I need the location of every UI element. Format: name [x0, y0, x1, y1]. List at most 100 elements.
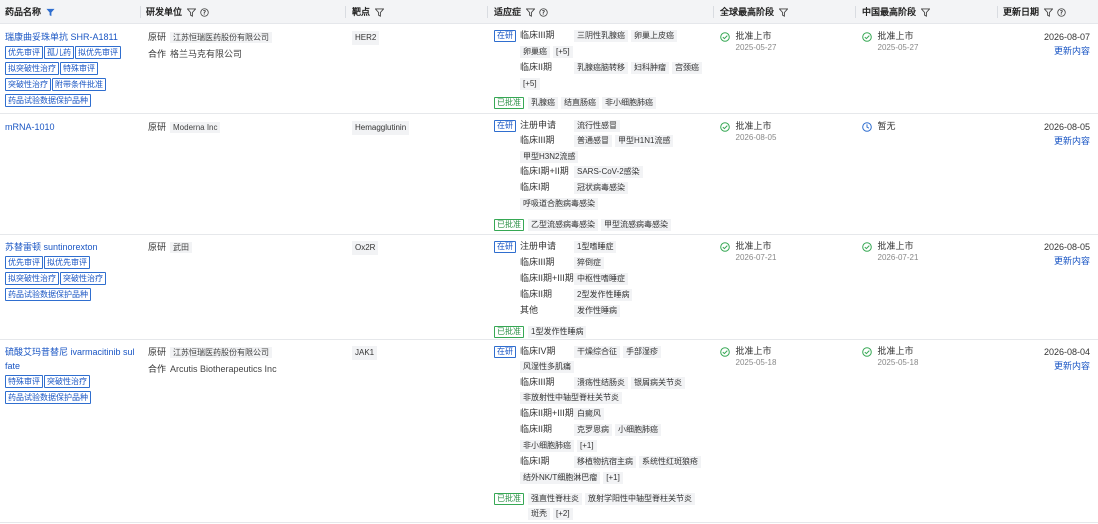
- col-target[interactable]: 靶点: [352, 0, 384, 24]
- col-org-label: 研发单位: [146, 7, 183, 17]
- indication-chip[interactable]: 干燥综合征: [574, 346, 620, 358]
- org-name[interactable]: Arcutis Biotherapeutics Inc: [170, 364, 277, 374]
- indication-chip[interactable]: 冠状病毒感染: [574, 182, 628, 194]
- help-icon[interactable]: ?: [200, 8, 209, 17]
- drug-name-link[interactable]: 苏替雷顿 suntinorexton: [5, 240, 141, 254]
- indication-chip[interactable]: 结外NK/T细胞淋巴瘤: [520, 472, 601, 484]
- col-drug-name[interactable]: 药品名称: [5, 0, 55, 24]
- drug-name-link[interactable]: 硫酸艾玛昔替尼 ivarmacitinib sulfate: [5, 345, 137, 373]
- drug-name-link[interactable]: 瑞康曲妥珠单抗 SHR-A1811: [5, 30, 141, 44]
- target-chip[interactable]: HER2: [352, 31, 380, 45]
- indication-chip[interactable]: 移植物抗宿主病: [574, 456, 636, 468]
- drug-name-link[interactable]: mRNA-1010: [5, 120, 141, 134]
- indication-chip[interactable]: 流行性感冒: [574, 120, 620, 132]
- col-global-label: 全球最高阶段: [720, 7, 775, 17]
- update-content-link[interactable]: 更新内容: [1020, 134, 1090, 148]
- column-divider[interactable]: [713, 6, 714, 18]
- indication-chip[interactable]: 乳腺癌脑转移: [574, 62, 628, 74]
- indication-chip[interactable]: 系统性红斑狼疮: [639, 456, 701, 468]
- org-name[interactable]: 格兰马克有限公司: [170, 49, 242, 59]
- update-content-link[interactable]: 更新内容: [1020, 359, 1090, 373]
- filter-icon[interactable]: [778, 8, 788, 17]
- more-indications[interactable]: [+2]: [553, 508, 573, 520]
- help-icon[interactable]: ?: [539, 8, 548, 17]
- indication-chip[interactable]: 1型发作性睡病: [528, 326, 587, 338]
- indication-chip[interactable]: SARS-CoV-2感染: [574, 166, 643, 178]
- phase-label: 临床III期: [520, 135, 555, 145]
- indication-chip[interactable]: 小细胞肺癌: [615, 424, 661, 436]
- global-stage: 批准上市 2025-05-27: [720, 30, 776, 54]
- filter-icon[interactable]: [374, 8, 384, 17]
- col-global-stage[interactable]: 全球最高阶段: [720, 0, 788, 24]
- column-divider[interactable]: [140, 6, 141, 18]
- update-date: 2026-08-07: [1043, 32, 1090, 42]
- indication-cell: 在研 注册申请 流行性感冒 临床III期 普通感冒 甲型H1N1流感 甲型H3N2…: [494, 119, 714, 233]
- column-divider[interactable]: [487, 6, 488, 18]
- indication-chip[interactable]: 斑秃: [528, 508, 550, 520]
- indication-chip[interactable]: 手部湿疹: [623, 346, 661, 358]
- indication-chip[interactable]: 普通感冒: [574, 135, 612, 147]
- indication-chip[interactable]: 非放射性中轴型脊柱关节炎: [520, 392, 622, 404]
- indication-chip[interactable]: 三阴性乳腺癌: [574, 30, 628, 42]
- target-chip[interactable]: JAK1: [352, 346, 378, 360]
- column-divider[interactable]: [345, 6, 346, 18]
- indication-chip[interactable]: 白癜风: [574, 408, 604, 420]
- indication-chip[interactable]: 乙型流感病毒感染: [528, 219, 598, 231]
- update-content-link[interactable]: 更新内容: [1020, 44, 1090, 58]
- indication-chip[interactable]: 非小细胞肺癌: [520, 440, 574, 452]
- indication-chip[interactable]: 强直性脊柱炎: [528, 493, 582, 505]
- indication-chip[interactable]: 甲型H3N2流感: [520, 151, 579, 163]
- filter-icon[interactable]: [920, 8, 930, 17]
- indication-chip[interactable]: 宫颈癌: [672, 62, 702, 74]
- indication-chip[interactable]: 风湿性多肌痛: [520, 361, 574, 373]
- indication-chip[interactable]: 乳腺癌: [528, 97, 558, 109]
- filter-icon[interactable]: [186, 8, 196, 17]
- help-icon[interactable]: ?: [1057, 8, 1066, 17]
- column-divider[interactable]: [855, 6, 856, 18]
- indication-chip[interactable]: 非小细胞肺癌: [602, 97, 656, 109]
- update-content-link[interactable]: 更新内容: [1020, 254, 1090, 268]
- indication-chip[interactable]: 1型嗜睡症: [574, 241, 617, 253]
- phase-label: 临床II期: [520, 289, 553, 299]
- indication-chip[interactable]: 甲型流感病毒感染: [601, 219, 671, 231]
- indication-chip[interactable]: 溃疡性结肠炎: [574, 377, 628, 389]
- col-china-stage[interactable]: 中国最高阶段: [862, 0, 930, 24]
- col-org[interactable]: 研发单位 ?: [146, 0, 209, 24]
- indication-chip[interactable]: 银屑病关节炎: [631, 377, 685, 389]
- indication-chip[interactable]: 放射学阳性中轴型脊柱关节炎: [585, 493, 695, 505]
- indication-chip[interactable]: 卵巢上皮癌: [631, 30, 677, 42]
- target-chip[interactable]: Hemagglutinin: [352, 121, 410, 135]
- org-name[interactable]: Moderna Inc: [170, 122, 221, 133]
- indication-chip[interactable]: 卵巢癌: [520, 46, 550, 58]
- indication-chip[interactable]: 猝倒症: [574, 257, 604, 269]
- indication-chip[interactable]: 发作性睡病: [574, 305, 620, 317]
- target-chip[interactable]: Ox2R: [352, 241, 379, 255]
- more-indications[interactable]: [+5]: [553, 46, 573, 58]
- filter-icon[interactable]: [525, 8, 535, 17]
- column-divider[interactable]: [997, 6, 998, 18]
- more-indications[interactable]: [+1]: [577, 440, 597, 452]
- china-stage: 批准上市 2025-05-27: [862, 30, 918, 54]
- org-name[interactable]: 武田: [170, 242, 193, 253]
- more-indications[interactable]: [+1]: [603, 472, 623, 484]
- filter-icon[interactable]: [45, 8, 55, 17]
- indication-chip[interactable]: 呼吸道合胞病毒感染: [520, 198, 598, 210]
- phase-label: 临床II期: [520, 424, 553, 434]
- indication-chip[interactable]: 2型发作性睡病: [574, 289, 633, 301]
- org-name[interactable]: 江苏恒瑞医药股份有限公司: [170, 32, 273, 43]
- org-name[interactable]: 江苏恒瑞医药股份有限公司: [170, 347, 273, 358]
- stage-label: 批准上市: [735, 241, 772, 251]
- status-in-development: 在研: [494, 30, 516, 42]
- indication-chip[interactable]: 克罗恩病: [574, 424, 612, 436]
- indication-chip[interactable]: 中枢性嗜睡症: [574, 273, 628, 285]
- approved-check-icon: [862, 347, 872, 357]
- col-updated[interactable]: 更新日期 ?: [1003, 0, 1066, 24]
- filter-icon[interactable]: [1043, 8, 1053, 17]
- indication-chip[interactable]: 甲型H1N1流感: [615, 135, 674, 147]
- indication-chip[interactable]: 结直肠癌: [561, 97, 599, 109]
- col-indication[interactable]: 适应症 ?: [494, 0, 548, 24]
- stage-label: 批准上市: [877, 241, 914, 251]
- indication-chip[interactable]: 妇科肿瘤: [631, 62, 669, 74]
- more-indications[interactable]: [+5]: [520, 78, 540, 90]
- approved-check-icon: [720, 347, 730, 357]
